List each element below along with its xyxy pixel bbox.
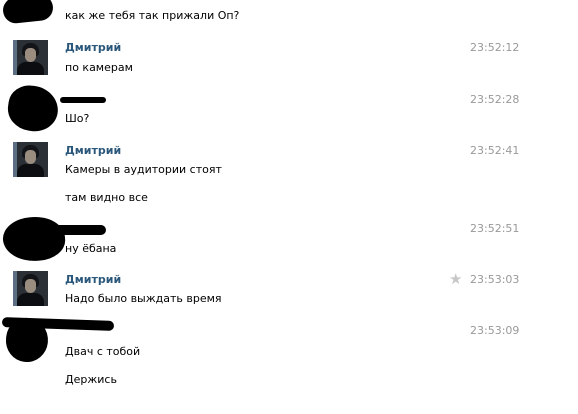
timestamp[interactable]: 23:52:41: [470, 144, 519, 157]
author-name[interactable]: Дмитрий: [65, 41, 121, 54]
avatar[interactable]: [13, 40, 48, 75]
redacted-avatar: [1, 214, 67, 264]
message-text: там видно все: [65, 191, 148, 204]
timestamp[interactable]: 23:52:51: [470, 222, 519, 235]
timestamp[interactable]: 23:52:28: [470, 93, 519, 106]
message-text: Камеры в аудитории стоят: [65, 163, 222, 176]
message-text: по камерам: [65, 61, 133, 74]
message-item: Дмитрий 23:52:41 Камеры в аудитории стоя…: [0, 137, 578, 209]
message-item: 23:52:28 Шо?: [0, 82, 578, 135]
message-text: ну ёбана: [65, 242, 117, 255]
message-text: как же тебя так прижали Оп?: [65, 9, 240, 22]
message-text: Двач с тобой: [65, 345, 141, 358]
redacted-author-name: [60, 97, 106, 103]
author-name[interactable]: Дмитрий: [65, 273, 121, 286]
message-item: 23:52:51 ну ёбана: [0, 213, 578, 264]
author-name[interactable]: Дмитрий: [65, 144, 121, 157]
avatar[interactable]: [13, 142, 48, 177]
message-item: Дмитрий 23:52:12 по камерам: [0, 34, 578, 84]
message-text: Держись: [65, 373, 117, 386]
timestamp[interactable]: 23:53:03: [470, 273, 519, 286]
timestamp[interactable]: 23:53:09: [470, 324, 519, 337]
redacted-avatar: [5, 82, 61, 135]
timestamp[interactable]: 23:52:12: [470, 41, 519, 54]
redacted-avatar: [1, 0, 55, 25]
star-icon[interactable]: ★: [449, 272, 462, 287]
message-item: Дмитрий ★ 23:53:03 Надо было выждать вре…: [0, 266, 578, 314]
avatar[interactable]: [13, 271, 48, 306]
message-item: как же тебя так прижали Оп?: [0, 0, 578, 30]
redacted-author-name: [40, 225, 106, 235]
message-text: Шо?: [65, 112, 90, 125]
message-text: Надо было выждать время: [65, 292, 222, 305]
message-item: 23:53:09 Двач с тобой Держись: [0, 315, 578, 414]
